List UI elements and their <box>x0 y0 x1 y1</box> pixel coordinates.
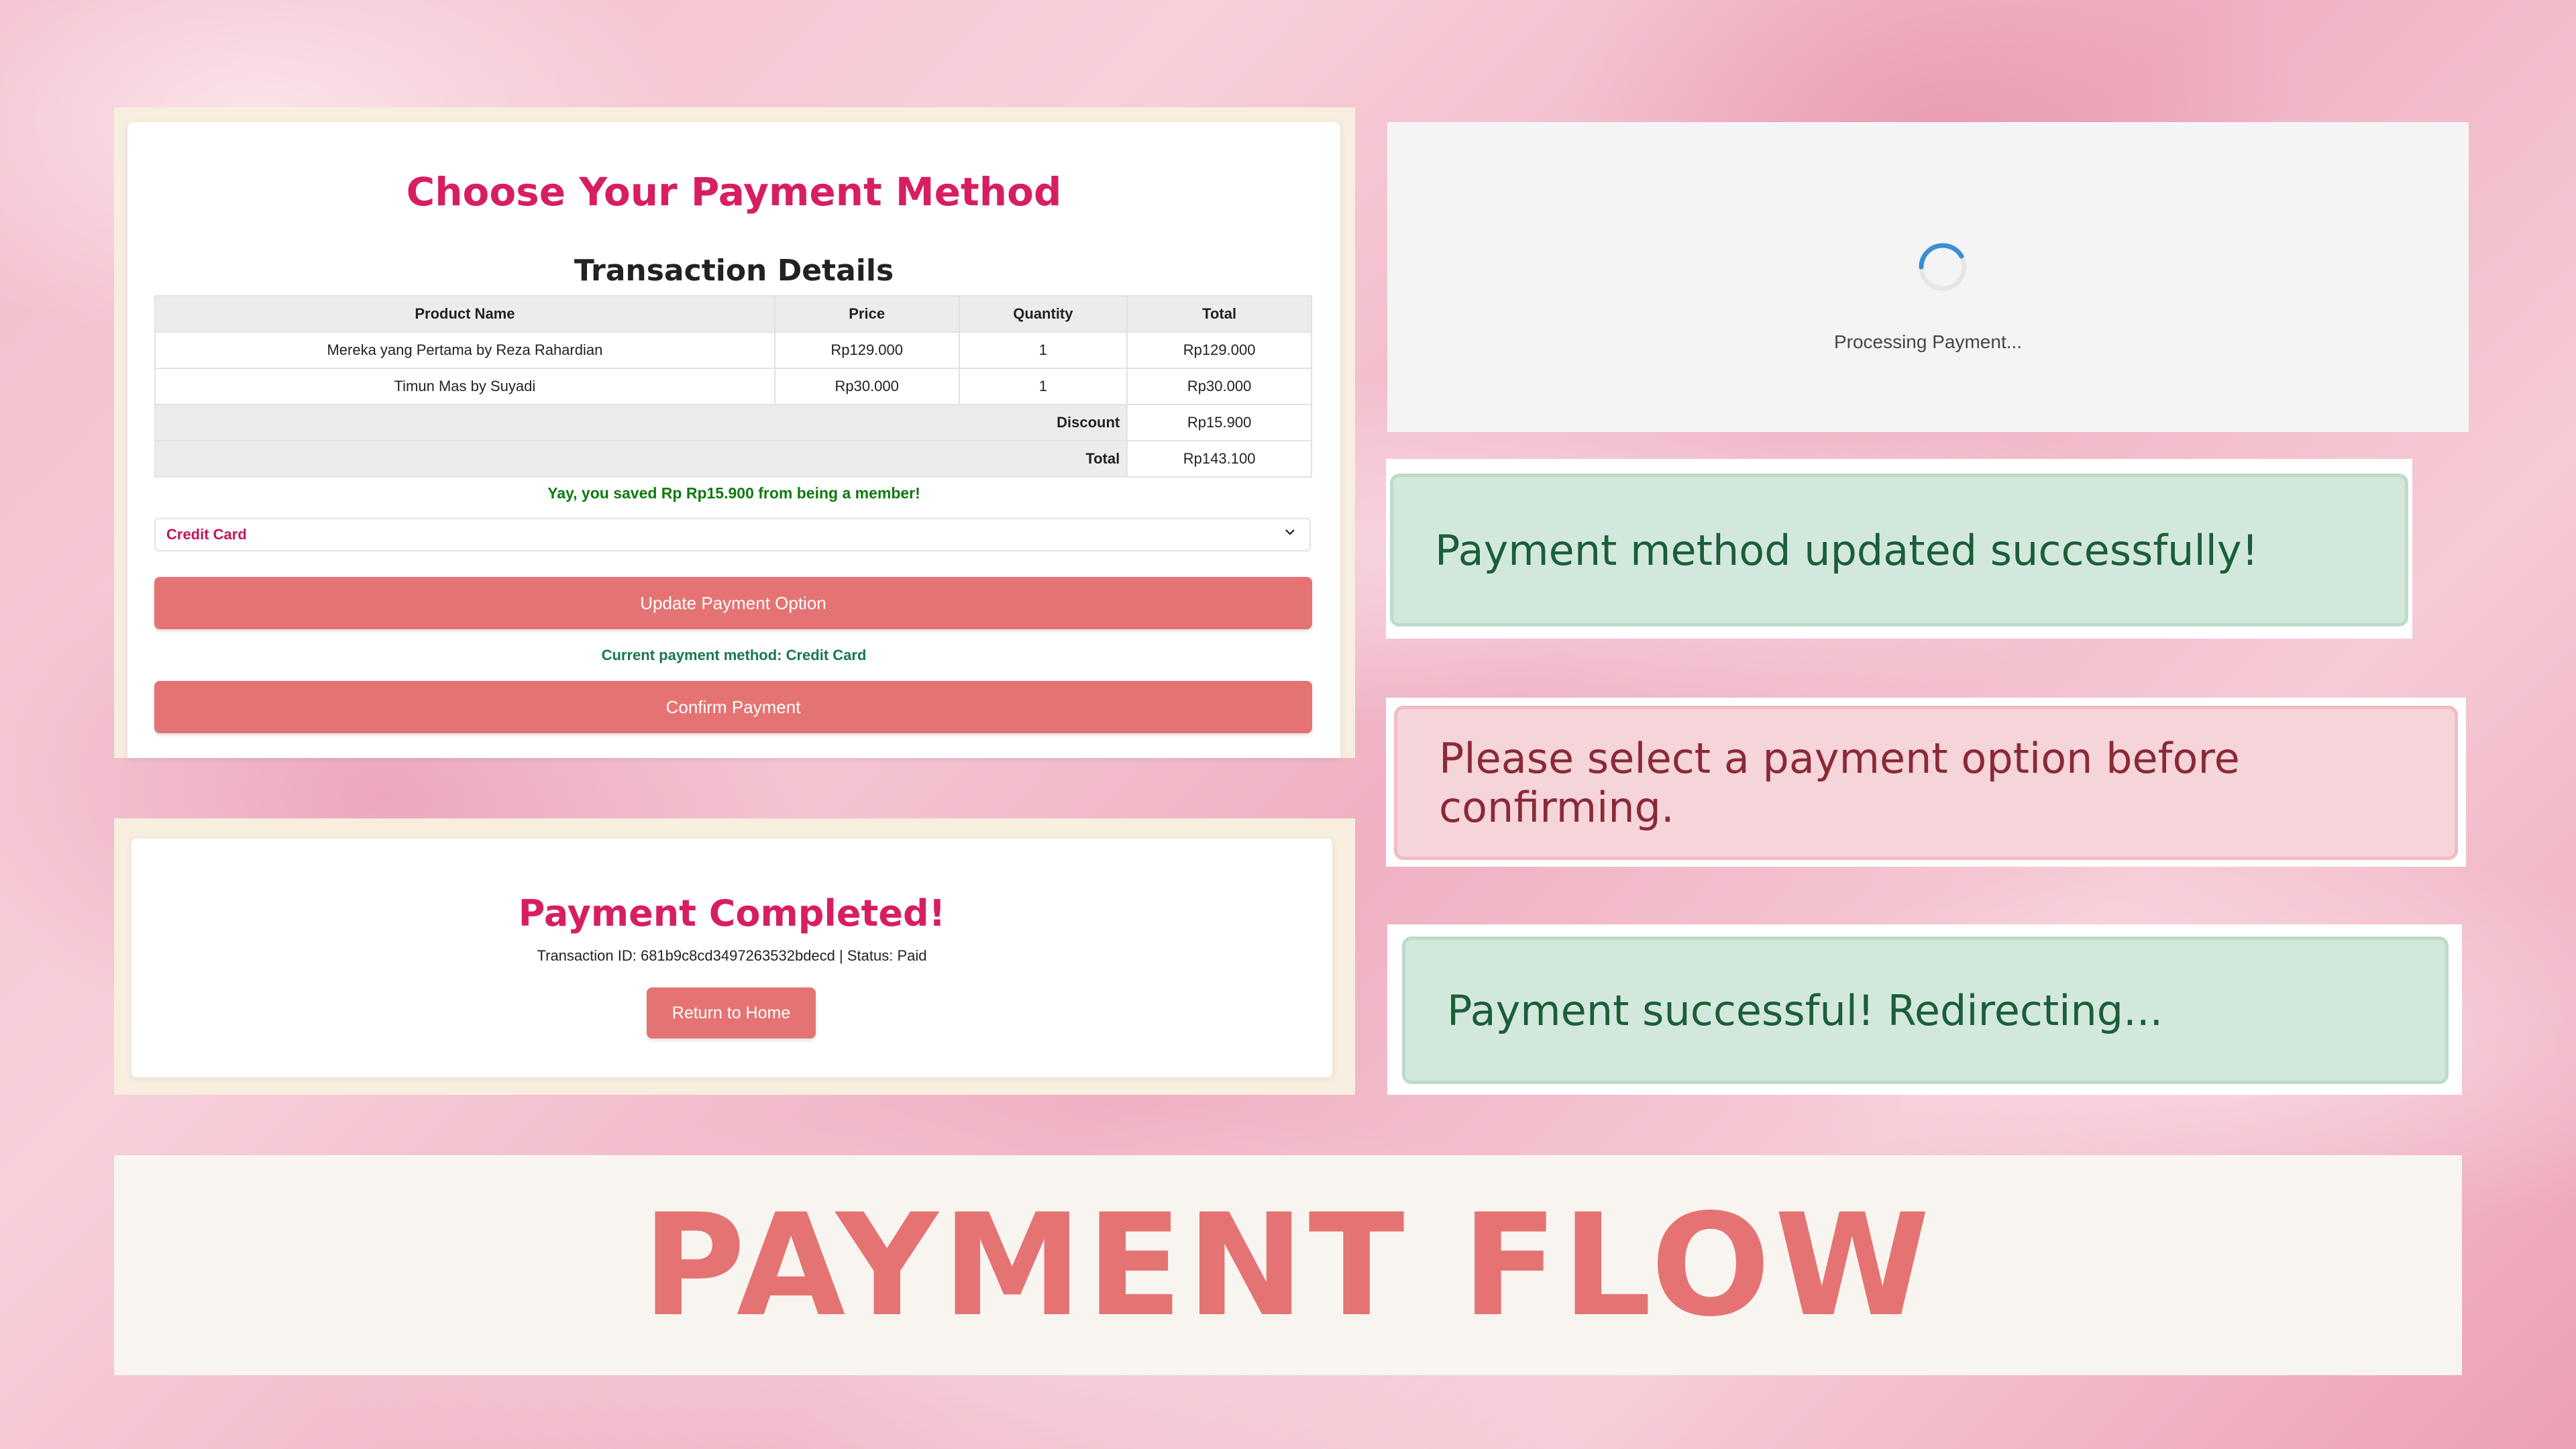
table-row: Timun Mas by Suyadi Rp30.000 1 Rp30.000 <box>154 368 1312 405</box>
table-header-row: Product Name Price Quantity Total <box>154 295 1312 333</box>
member-savings-message: Yay, you saved Rp Rp15.900 from being a … <box>547 484 920 502</box>
return-home-button[interactable]: Return to Home <box>647 987 816 1038</box>
product-name-cell: Mereka yang Pertama by Reza Rahardian <box>154 331 775 369</box>
processing-text: Processing Payment... <box>1833 331 2023 352</box>
loading-spinner-icon <box>1916 240 1970 294</box>
grand-total-label: Total <box>154 440 1128 478</box>
column-header-price: Price <box>773 295 960 333</box>
quantity-cell: 1 <box>958 368 1128 405</box>
error-alert: Please select a payment option before co… <box>1394 706 2458 860</box>
payment-completed-card: Payment Completed! Transaction ID: 681b9… <box>131 839 1332 1077</box>
payment-method-select[interactable]: Credit Card <box>154 518 1311 551</box>
column-header-product: Product Name <box>154 295 775 333</box>
section-title: Transaction Details <box>574 254 894 288</box>
banner-title: PAYMENT FLOW <box>642 1183 1934 1348</box>
chevron-down-icon <box>1283 525 1297 543</box>
payment-completed-title: Payment Completed! <box>518 892 946 934</box>
success-alert: Payment successful! Redirecting... <box>1402 936 2449 1084</box>
payment-completed-panel: Payment Completed! Transaction ID: 681b9… <box>114 818 1355 1095</box>
column-header-total: Total <box>1126 295 1312 333</box>
grand-total-row: Total Rp143.100 <box>154 440 1312 478</box>
alert-panel-payment-success: Payment successful! Redirecting... <box>1387 924 2462 1095</box>
transaction-table: Product Name Price Quantity Total Mereka… <box>154 295 1312 478</box>
grand-total-value: Rp143.100 <box>1126 440 1312 478</box>
page-title: Choose Your Payment Method <box>406 169 1062 215</box>
alert-panel-method-updated: Payment method updated successfully! <box>1386 459 2412 639</box>
processing-panel <box>1387 122 2469 432</box>
update-payment-option-button[interactable]: Update Payment Option <box>154 577 1312 629</box>
discount-label: Discount <box>154 404 1128 441</box>
payment-method-selected-value: Credit Card <box>166 526 247 543</box>
alert-panel-select-option: Please select a payment option before co… <box>1386 698 2466 867</box>
banner: PAYMENT FLOW <box>114 1155 2462 1375</box>
current-payment-method: Current payment method: Credit Card <box>601 647 867 663</box>
confirm-payment-button[interactable]: Confirm Payment <box>154 681 1312 733</box>
discount-row: Discount Rp15.900 <box>154 404 1312 441</box>
price-cell: Rp129.000 <box>773 331 960 369</box>
payment-method-panel: Choose Your Payment Method Transaction D… <box>114 107 1355 758</box>
table-row: Mereka yang Pertama by Reza Rahardian Rp… <box>154 331 1312 369</box>
success-alert: Payment method updated successfully! <box>1390 474 2408 627</box>
total-cell: Rp30.000 <box>1126 368 1312 405</box>
transaction-info: Transaction ID: 681b9c8cd3497263532bdecd… <box>537 947 927 964</box>
column-header-quantity: Quantity <box>958 295 1128 333</box>
price-cell: Rp30.000 <box>773 368 960 405</box>
discount-value: Rp15.900 <box>1126 404 1312 441</box>
quantity-cell: 1 <box>958 331 1128 369</box>
payment-method-card: Choose Your Payment Method Transaction D… <box>127 122 1340 758</box>
total-cell: Rp129.000 <box>1126 331 1312 369</box>
product-name-cell: Timun Mas by Suyadi <box>154 368 775 405</box>
